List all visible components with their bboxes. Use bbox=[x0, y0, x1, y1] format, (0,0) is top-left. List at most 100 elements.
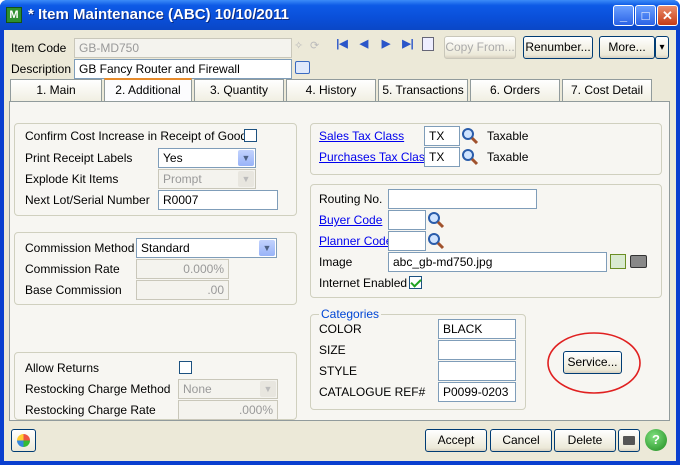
cancel-button[interactable]: Cancel bbox=[490, 429, 552, 452]
tab-additional[interactable]: 2. Additional bbox=[104, 78, 192, 102]
restocking-method-label: Restocking Charge Method bbox=[25, 382, 171, 396]
internet-enabled-label: Internet Enabled bbox=[319, 276, 408, 290]
buyer-code-link[interactable]: Buyer Code bbox=[319, 213, 382, 227]
sales-tax-description: Taxable bbox=[487, 129, 529, 143]
printer-icon bbox=[623, 436, 635, 445]
purchases-tax-description: Taxable bbox=[487, 150, 529, 164]
planner-code-link[interactable]: Planner Code bbox=[319, 234, 392, 248]
previous-record-icon[interactable]: ◀ bbox=[356, 37, 372, 50]
more-button[interactable]: More... bbox=[599, 36, 655, 59]
explode-kit-value: Prompt bbox=[163, 172, 202, 186]
item-browse-icon[interactable]: ⟳ bbox=[310, 39, 319, 52]
routing-no-field[interactable] bbox=[388, 189, 537, 209]
category-size-field[interactable] bbox=[438, 340, 516, 360]
buyer-code-field[interactable] bbox=[388, 210, 426, 230]
print-labels-value: Yes bbox=[163, 151, 183, 165]
print-labels-label: Print Receipt Labels bbox=[25, 151, 133, 165]
help-icon[interactable]: ? bbox=[645, 429, 667, 451]
next-lot-field[interactable]: R0007 bbox=[158, 190, 278, 210]
commission-method-label: Commission Method bbox=[25, 241, 135, 255]
last-record-icon[interactable]: ▶| bbox=[400, 37, 416, 50]
allow-returns-label: Allow Returns bbox=[25, 361, 100, 375]
memo-icon[interactable] bbox=[295, 61, 310, 74]
routing-no-label: Routing No. bbox=[319, 192, 383, 206]
base-commission-label: Base Commission bbox=[25, 283, 122, 297]
windows-logo-icon bbox=[17, 434, 30, 447]
tab-orders[interactable]: 6. Orders bbox=[470, 79, 560, 101]
commission-rate-label: Commission Rate bbox=[25, 262, 120, 276]
accept-button[interactable]: Accept bbox=[425, 429, 487, 452]
print-button[interactable] bbox=[618, 429, 640, 452]
image-label: Image bbox=[319, 255, 353, 269]
tab-quantity[interactable]: 3. Quantity bbox=[194, 79, 284, 101]
base-commission-field[interactable]: .00 bbox=[136, 280, 229, 300]
image-field[interactable]: abc_gb-md750.jpg bbox=[388, 252, 607, 272]
chevron-down-icon[interactable]: ▼ bbox=[260, 381, 276, 397]
description-label: Description bbox=[11, 62, 72, 76]
maximize-button[interactable]: □ bbox=[635, 5, 656, 26]
tab-history[interactable]: 4. History bbox=[286, 79, 376, 101]
explode-kit-label: Explode Kit Items bbox=[25, 172, 119, 186]
category-catalogue-field[interactable]: P0099-0203 bbox=[438, 382, 516, 402]
sales-tax-class-field[interactable]: TX bbox=[424, 126, 460, 146]
restocking-rate-label: Restocking Charge Rate bbox=[25, 403, 156, 417]
title-bar[interactable]: M * Item Maintenance (ABC) 10/10/2011 _ … bbox=[0, 0, 680, 30]
tab-transactions[interactable]: 5. Transactions bbox=[378, 79, 468, 101]
calendar-icon[interactable] bbox=[422, 37, 434, 51]
copy-from-button[interactable]: Copy From... bbox=[444, 36, 516, 59]
purchases-tax-class-link[interactable]: Purchases Tax Class bbox=[319, 150, 431, 164]
tab-cost-detail[interactable]: 7. Cost Detail bbox=[562, 79, 652, 101]
restocking-rate-field[interactable]: .000% bbox=[178, 400, 278, 420]
next-record-icon[interactable]: ▶ bbox=[378, 37, 394, 50]
search-icon[interactable] bbox=[461, 127, 479, 145]
restocking-method-value: None bbox=[183, 382, 212, 396]
category-style-field[interactable] bbox=[438, 361, 516, 381]
internet-enabled-checkbox[interactable] bbox=[409, 276, 422, 289]
chevron-down-icon[interactable]: ▼ bbox=[238, 171, 254, 187]
search-icon[interactable] bbox=[427, 211, 445, 229]
more-dropdown-arrow[interactable]: ▾ bbox=[655, 36, 669, 59]
image-folder-icon[interactable] bbox=[610, 254, 626, 269]
categories-title: Categories bbox=[319, 307, 382, 321]
description-field[interactable]: GB Fancy Router and Firewall bbox=[74, 59, 292, 79]
tab-panel-additional: Confirm Cost Increase in Receipt of Good… bbox=[9, 101, 670, 421]
camera-icon[interactable] bbox=[630, 255, 647, 268]
app-icon: M bbox=[6, 7, 22, 23]
restocking-method-select[interactable]: None ▼ bbox=[178, 379, 278, 399]
first-record-icon[interactable]: |◀ bbox=[334, 37, 350, 50]
window: M * Item Maintenance (ABC) 10/10/2011 _ … bbox=[0, 0, 680, 465]
highlight-ellipse bbox=[547, 332, 641, 394]
commission-rate-field[interactable]: 0.000% bbox=[136, 259, 229, 279]
renumber-button[interactable]: Renumber... bbox=[523, 36, 593, 59]
item-code-label: Item Code bbox=[11, 41, 67, 55]
category-color-field[interactable]: BLACK bbox=[438, 319, 516, 339]
planner-code-field[interactable] bbox=[388, 231, 426, 251]
chevron-down-icon[interactable]: ▼ bbox=[238, 150, 254, 166]
item-lookup-icon[interactable]: ✧ bbox=[294, 39, 303, 52]
search-icon[interactable] bbox=[427, 232, 445, 250]
explode-kit-select[interactable]: Prompt ▼ bbox=[158, 169, 256, 189]
close-button[interactable]: ✕ bbox=[657, 5, 678, 26]
minimize-button[interactable]: _ bbox=[613, 5, 634, 26]
confirm-cost-label: Confirm Cost Increase in Receipt of Good… bbox=[25, 129, 254, 143]
category-size-label: SIZE bbox=[319, 343, 346, 357]
category-catalogue-label: CATALOGUE REF# bbox=[319, 385, 426, 399]
print-labels-select[interactable]: Yes ▼ bbox=[158, 148, 256, 168]
chevron-down-icon[interactable]: ▼ bbox=[259, 240, 275, 256]
next-lot-label: Next Lot/Serial Number bbox=[25, 193, 150, 207]
delete-button[interactable]: Delete bbox=[554, 429, 616, 452]
category-color-label: COLOR bbox=[319, 322, 362, 336]
search-icon[interactable] bbox=[461, 148, 479, 166]
commission-method-value: Standard bbox=[141, 241, 190, 255]
allow-returns-checkbox[interactable] bbox=[179, 361, 192, 374]
commission-method-select[interactable]: Standard ▼ bbox=[136, 238, 277, 258]
client-area: Item Code GB-MD750 ✧ ⟳ |◀ ◀ ▶ ▶| Copy Fr… bbox=[4, 30, 676, 461]
window-options-button[interactable] bbox=[11, 429, 36, 452]
sales-tax-class-link[interactable]: Sales Tax Class bbox=[319, 129, 404, 143]
item-code-field[interactable]: GB-MD750 bbox=[74, 38, 292, 58]
confirm-cost-checkbox[interactable] bbox=[244, 129, 257, 142]
purchases-tax-class-field[interactable]: TX bbox=[424, 147, 460, 167]
window-title: * Item Maintenance (ABC) 10/10/2011 bbox=[28, 6, 289, 23]
tab-main[interactable]: 1. Main bbox=[10, 79, 102, 101]
category-style-label: STYLE bbox=[319, 364, 358, 378]
